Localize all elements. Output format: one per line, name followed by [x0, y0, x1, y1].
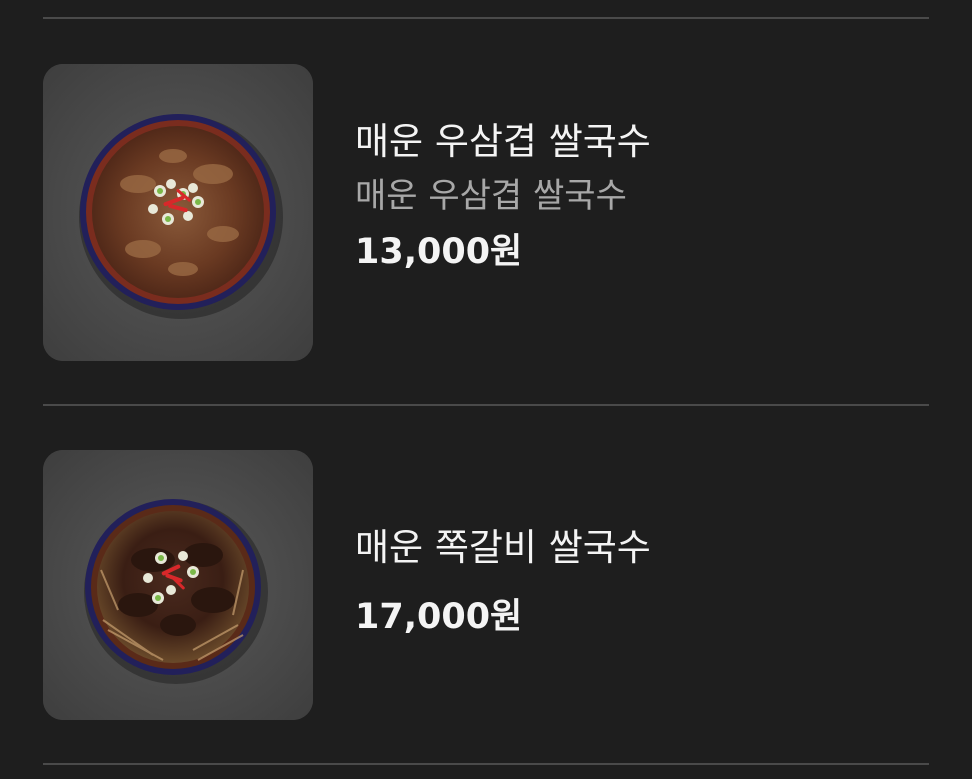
- menu-item-name: 매운 쪽갈비 쌀국수: [355, 526, 651, 569]
- menu-item-info: 매운 쪽갈비 쌀국수 17,000원: [355, 526, 932, 638]
- menu-item-image[interactable]: [43, 64, 313, 361]
- divider: [43, 763, 929, 765]
- menu-item-price: 13,000원: [355, 232, 523, 273]
- menu-item-info: 매운 우삼겹 쌀국수 매운 우삼겹 쌀국수 13,000원: [355, 120, 932, 273]
- divider: [43, 404, 929, 406]
- divider: [43, 17, 929, 19]
- menu-list: 매운 우삼겹 쌀국수 매운 우삼겹 쌀국수 13,000원 매운 쪽갈비 쌀국수…: [0, 0, 972, 779]
- noodle-bowl-image: [43, 450, 313, 720]
- menu-item-name: 매운 우삼겹 쌀국수: [355, 120, 651, 163]
- menu-item-image[interactable]: [43, 450, 313, 720]
- noodle-bowl-image: [43, 64, 313, 361]
- menu-item-price: 17,000원: [355, 597, 523, 638]
- menu-item-spicy-beef-brisket-pho[interactable]: 매운 우삼겹 쌀국수 매운 우삼겹 쌀국수 13,000원: [0, 64, 972, 361]
- menu-item-description: 매운 우삼겹 쌀국수: [355, 176, 627, 217]
- menu-item-spicy-pork-rib-pho[interactable]: 매운 쪽갈비 쌀국수 17,000원: [0, 450, 972, 720]
